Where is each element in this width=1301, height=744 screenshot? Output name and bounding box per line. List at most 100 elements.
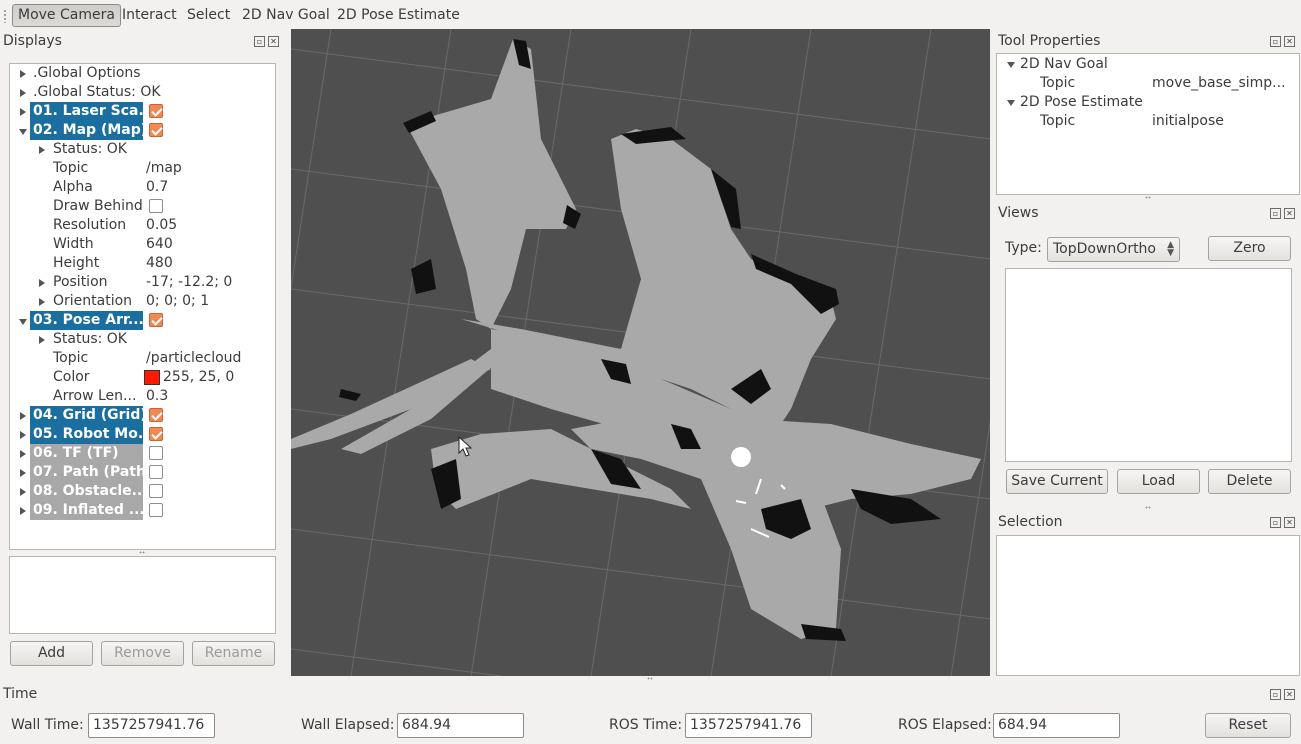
- tree-obstacles[interactable]: 08. Obstacle...: [30, 482, 143, 501]
- splitter-handle[interactable]: [647, 677, 653, 680]
- tool-interact[interactable]: Interact: [116, 4, 183, 27]
- splitter-handle[interactable]: [139, 551, 145, 554]
- tool-pose-estimate[interactable]: 2D Pose Estimate: [1020, 93, 1143, 112]
- selection-title: Selection: [998, 514, 1063, 530]
- checkbox-icon[interactable]: [149, 313, 163, 327]
- displays-tree[interactable]: .Global Options .Global Status: OK 01. L…: [9, 63, 276, 550]
- ros-time-field[interactable]: 1357257941.76: [685, 713, 812, 738]
- pose-arrow-length-value[interactable]: 0.3: [146, 387, 168, 406]
- float-icon[interactable]: ▫: [1270, 36, 1281, 47]
- map-position-value[interactable]: -17; -12.2; 0: [146, 273, 232, 292]
- tree-pose-array[interactable]: 03. Pose Arr...: [30, 311, 143, 330]
- expand-arrow-icon[interactable]: [39, 146, 45, 154]
- tree-global-options[interactable]: .Global Options: [33, 64, 141, 83]
- tree-laser-scan[interactable]: 01. Laser Sca...: [30, 102, 143, 121]
- pose-estimate-topic-value[interactable]: initialpose: [1152, 112, 1224, 131]
- tree-tf[interactable]: 06. TF (TF): [30, 444, 143, 463]
- tool-select[interactable]: Select: [181, 4, 236, 27]
- close-icon[interactable]: ✕: [1284, 517, 1295, 528]
- tree-robot-model[interactable]: 05. Robot Mo...: [30, 425, 143, 444]
- expand-arrow-icon[interactable]: [20, 450, 26, 458]
- map-width-value[interactable]: 640: [146, 235, 173, 254]
- nav-goal-topic-value[interactable]: move_base_simp...: [1152, 74, 1286, 93]
- render-viewport[interactable]: [291, 29, 990, 676]
- ros-elapsed-field[interactable]: 684.94: [993, 713, 1120, 738]
- pose-status[interactable]: Status: OK: [53, 330, 127, 349]
- tool-move-camera[interactable]: Move Camera: [12, 4, 121, 27]
- map-status[interactable]: Status: OK: [53, 140, 127, 159]
- tool-nav-goal[interactable]: 2D Nav Goal: [1020, 55, 1108, 74]
- views-type-label: Type:: [1005, 240, 1042, 256]
- checkbox-icon[interactable]: [149, 427, 163, 441]
- views-list[interactable]: [1005, 268, 1292, 462]
- expand-arrow-icon[interactable]: [39, 298, 45, 306]
- map-topic-value[interactable]: /map: [146, 159, 182, 178]
- checkbox-icon[interactable]: [149, 199, 163, 213]
- pose-topic-value[interactable]: /particlecloud: [146, 349, 241, 368]
- float-icon[interactable]: ▫: [1270, 208, 1281, 219]
- wall-elapsed-field[interactable]: 684.94: [397, 713, 524, 738]
- reset-button[interactable]: Reset: [1205, 713, 1291, 738]
- toolbar-grip[interactable]: [3, 9, 7, 23]
- map-resolution-value[interactable]: 0.05: [146, 216, 177, 235]
- views-type-select[interactable]: TopDownOrtho ▲ ▼: [1047, 237, 1180, 262]
- tree-grid[interactable]: 04. Grid (Grid): [30, 406, 143, 425]
- expand-arrow-icon[interactable]: [20, 431, 26, 439]
- expand-arrow-icon[interactable]: [20, 469, 26, 477]
- checkbox-icon[interactable]: [149, 465, 163, 479]
- wall-time-label: Wall Time:: [11, 717, 84, 733]
- tree-global-status[interactable]: .Global Status: OK: [33, 83, 161, 102]
- map-width-label: Width: [53, 236, 94, 252]
- expand-arrow-icon[interactable]: [20, 70, 26, 78]
- collapse-arrow-icon[interactable]: [1007, 62, 1015, 68]
- collapse-arrow-icon[interactable]: [1007, 100, 1015, 106]
- add-button[interactable]: Add: [10, 641, 93, 666]
- close-icon[interactable]: ✕: [1284, 208, 1295, 219]
- load-button[interactable]: Load: [1117, 469, 1200, 494]
- save-current-button[interactable]: Save Current: [1006, 469, 1108, 494]
- pose-topic-label: Topic: [53, 350, 89, 366]
- close-icon[interactable]: ✕: [1284, 36, 1295, 47]
- remove-button[interactable]: Remove: [101, 641, 184, 666]
- checkbox-icon[interactable]: [149, 408, 163, 422]
- splitter-handle[interactable]: [1145, 506, 1151, 509]
- delete-button[interactable]: Delete: [1208, 469, 1291, 494]
- collapse-arrow-icon[interactable]: [19, 319, 27, 325]
- tree-path[interactable]: 07. Path (Path): [30, 463, 143, 482]
- zero-button[interactable]: Zero: [1208, 236, 1291, 261]
- pose-color-value[interactable]: 255, 25, 0: [163, 368, 234, 387]
- float-icon[interactable]: ▫: [1270, 689, 1281, 700]
- tool-2d-pose-estimate[interactable]: 2D Pose Estimate: [331, 4, 466, 27]
- expand-arrow-icon[interactable]: [39, 336, 45, 344]
- expand-arrow-icon[interactable]: [20, 488, 26, 496]
- tree-map[interactable]: 02. Map (Map): [30, 121, 143, 140]
- expand-arrow-icon[interactable]: [20, 89, 26, 97]
- float-icon[interactable]: ▫: [254, 36, 265, 47]
- expand-arrow-icon[interactable]: [39, 279, 45, 287]
- checkbox-icon[interactable]: [149, 484, 163, 498]
- checkbox-icon[interactable]: [149, 503, 163, 517]
- map-height-value[interactable]: 480: [146, 254, 173, 273]
- checkbox-icon[interactable]: [149, 446, 163, 460]
- tree-inflated[interactable]: 09. Inflated ...: [30, 501, 143, 520]
- checkbox-icon[interactable]: [149, 104, 163, 118]
- expand-arrow-icon[interactable]: [20, 412, 26, 420]
- float-icon[interactable]: ▫: [1270, 517, 1281, 528]
- wall-time-field[interactable]: 1357257941.76: [88, 713, 215, 738]
- rename-button[interactable]: Rename: [192, 641, 275, 666]
- close-icon[interactable]: ✕: [268, 36, 279, 47]
- map-alpha-value[interactable]: 0.7: [146, 178, 168, 197]
- splitter-handle[interactable]: [1145, 196, 1151, 199]
- color-swatch[interactable]: [144, 370, 160, 385]
- close-icon[interactable]: ✕: [1284, 689, 1295, 700]
- wall-elapsed-label: Wall Elapsed:: [301, 717, 395, 733]
- expand-arrow-icon[interactable]: [20, 507, 26, 515]
- expand-arrow-icon[interactable]: [20, 108, 26, 116]
- map-height-label: Height: [53, 255, 100, 271]
- tool-properties-tree[interactable]: 2D Nav Goal Topic move_base_simp... 2D P…: [996, 53, 1300, 195]
- collapse-arrow-icon[interactable]: [19, 129, 27, 135]
- selection-tree[interactable]: [996, 535, 1300, 676]
- checkbox-icon[interactable]: [149, 123, 163, 137]
- tool-2d-nav-goal[interactable]: 2D Nav Goal: [236, 4, 336, 27]
- map-orientation-value[interactable]: 0; 0; 0; 1: [146, 292, 209, 311]
